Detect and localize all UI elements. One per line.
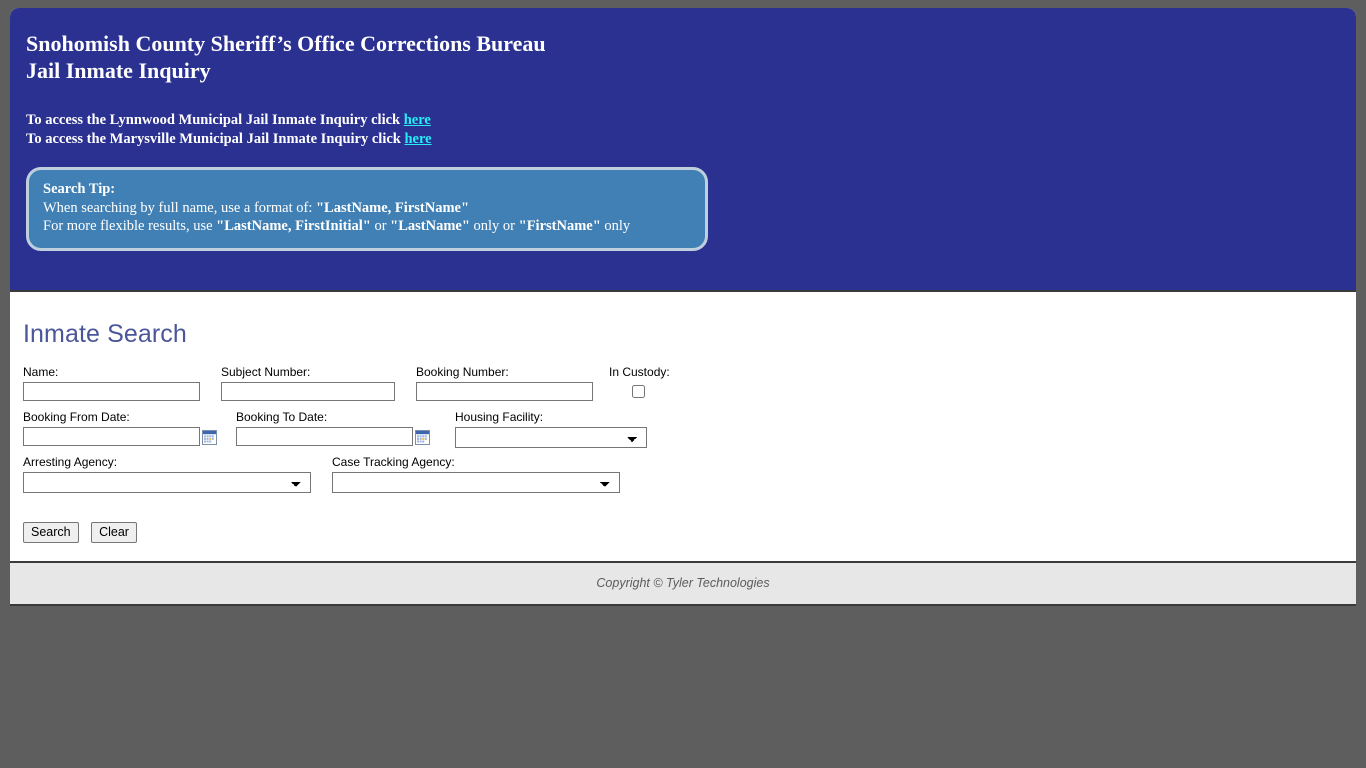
form-row-3: Arresting Agency: Case Tracking Agency: [23,455,1356,500]
access-marysville-text: To access the Marysville Municipal Jail … [26,130,405,147]
marysville-jail-inquiry-link[interactable]: here [404,131,431,147]
calendar-icon-to-date[interactable] [415,429,430,445]
search-tip-line-2: For more flexible results, use "LastName… [43,217,693,236]
search-tip-only-1: only or [469,218,519,234]
clear-button[interactable]: Clear [91,521,137,543]
field-arresting-agency: Arresting Agency: [23,455,311,493]
access-links-block: To access the Lynnwood Municipal Jail In… [10,111,1356,148]
booking-number-label: Booking Number: [416,364,509,379]
search-input-booking-to-date[interactable] [236,426,413,446]
form-row-2: Booking From Date: Booking To Date: Hous… [23,410,1356,455]
search-button[interactable]: Search [23,521,79,543]
search-select-case-tracking-agency[interactable] [332,471,620,493]
form-buttons: Search Clear [10,500,1356,543]
search-tip-line-1: When searching by full name, use a forma… [43,199,693,218]
search-tip-only-2: only [600,218,631,234]
housing-facility-label: Housing Facility: [455,409,544,424]
field-booking-number: Booking Number: [416,365,593,401]
search-tip-format-lastname: "LastName" [390,218,470,234]
access-line-lynnwood: To access the Lynnwood Municipal Jail In… [26,111,1356,130]
booking-from-date-control [23,426,217,446]
page-title: Snohomish County Sheriff’s Office Correc… [10,30,1356,84]
lynnwood-jail-inquiry-link[interactable]: here [404,112,431,128]
page-container: Snohomish County Sheriff’s Office Correc… [10,8,1356,606]
booking-to-date-label: Booking To Date: [236,409,328,424]
field-booking-to-date: Booking To Date: [236,410,430,446]
search-tip-or-1: or [370,218,391,234]
page-footer: Copyright © Tyler Technologies [10,562,1356,606]
booking-to-date-control [236,426,430,446]
field-booking-from-date: Booking From Date: [23,410,217,446]
search-input-name[interactable] [23,381,200,401]
search-tip-box: Search Tip: When searching by full name,… [26,167,708,251]
search-tip-format-initial: "LastName, FirstInitial" [216,218,371,234]
search-input-booking-from-date[interactable] [23,426,200,446]
field-case-tracking-agency: Case Tracking Agency: [332,455,620,493]
search-select-housing-facility[interactable] [455,426,647,448]
field-housing-facility: Housing Facility: [455,410,647,448]
name-label: Name: [23,364,59,379]
subject-number-label: Subject Number: [221,364,311,379]
in-custody-label: In Custody: [609,364,670,379]
search-tip-title: Search Tip: [43,181,116,197]
search-tip-format-firstname: "FirstName" [518,218,601,234]
arresting-agency-label: Arresting Agency: [23,454,118,469]
calendar-icon-from-date[interactable] [202,429,217,445]
page-header: Snohomish County Sheriff’s Office Correc… [10,8,1356,292]
search-tip-line-2-text: For more flexible results, use [43,218,217,234]
search-select-arresting-agency[interactable] [23,471,311,493]
page-title-line-1: Snohomish County Sheriff’s Office Correc… [26,31,546,56]
booking-from-date-label: Booking From Date: [23,409,130,424]
main-content: Inmate Search Name: Subject Number: Book… [10,291,1356,563]
header-spacer [10,251,1356,272]
field-name: Name: [23,365,200,401]
copyright-text: Copyright © Tyler Technologies [596,575,770,590]
search-checkbox-in-custody[interactable] [631,384,645,398]
field-subject-number: Subject Number: [221,365,395,401]
search-tip-format-full: "LastName, FirstName" [316,199,470,216]
access-line-marysville: To access the Marysville Municipal Jail … [26,130,1356,149]
search-input-subject-number[interactable] [221,381,395,401]
inmate-search-heading: Inmate Search [23,319,187,348]
page-title-line-2: Jail Inmate Inquiry [26,58,211,83]
search-input-booking-number[interactable] [416,381,593,401]
inmate-search-form: Name: Subject Number: Booking Number: In… [10,365,1356,500]
access-lynnwood-text: To access the Lynnwood Municipal Jail In… [26,112,404,128]
form-row-1: Name: Subject Number: Booking Number: In… [23,365,1356,410]
search-tip-line-1-text: When searching by full name, use a forma… [43,199,316,216]
field-in-custody: In Custody: [609,364,670,400]
case-tracking-agency-label: Case Tracking Agency: [332,454,455,469]
